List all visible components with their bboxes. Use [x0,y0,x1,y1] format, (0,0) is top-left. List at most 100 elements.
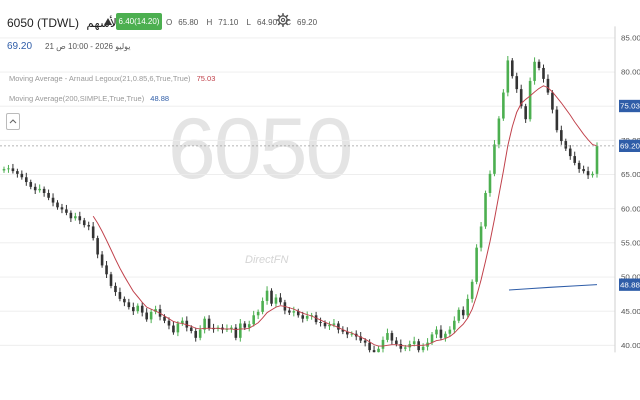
candle-body [194,331,198,338]
candle-body [524,106,527,120]
candle-body [533,61,536,81]
price-tag-label: 75.03 [620,102,640,110]
candle-body [132,307,135,312]
candle-body [118,292,122,299]
candle-body [470,281,474,299]
candle-body [515,76,519,90]
candle-body [537,61,541,68]
candle-body [47,192,50,198]
candle-body [60,207,64,210]
candle-body [20,173,24,178]
candle-body [439,329,443,338]
candle-body [105,265,108,275]
candle-body [453,320,456,330]
candle-body [123,298,126,303]
candle-body [497,118,501,145]
price-tag-label: 69.20 [620,142,640,150]
candle-body [69,212,73,219]
candle-body [555,109,559,131]
candle-body [87,225,91,227]
candle-body [444,333,447,338]
candle-body [38,188,41,191]
candle-body [577,162,581,170]
candle-body [256,311,260,316]
candle-body [16,171,19,174]
candle-body [546,78,550,93]
candle-body [457,309,461,321]
candle-body [78,216,82,221]
candle-body [65,209,68,213]
y-tick-label: 80.00 [621,68,640,76]
price-tag-label: 48.88 [620,281,640,289]
sma-line [508,284,598,291]
candle-body [381,339,385,349]
candle-body [363,340,367,343]
candle-body [11,168,15,172]
candle-body [493,144,496,174]
candle-body [82,220,86,226]
candle-body [7,168,10,170]
candle-body [479,226,483,248]
candle-body [172,325,175,333]
candle-body [305,315,309,319]
candle-body [189,327,193,332]
candle-body [430,334,434,343]
candle-body [377,348,380,353]
candle-body [252,315,255,325]
candle-body [332,323,336,325]
candle-body [270,290,273,304]
candle-body [582,169,585,172]
candle-body [412,341,416,344]
candle-body [328,324,331,327]
candle-body [29,182,33,187]
candle-body [274,297,278,304]
candle-body [109,274,113,286]
candle-body [506,60,510,93]
candle-body [337,323,340,330]
y-tick-label: 60.00 [621,205,640,213]
candle-body [239,323,242,338]
y-tick-label: 65.00 [621,171,640,179]
candle-body [595,145,599,174]
alma-line [92,85,598,347]
candle-body [51,197,55,203]
candle-body [403,347,407,349]
candle-body [207,318,211,329]
candle-body [136,305,140,312]
candle-body [24,177,28,183]
candle-body [390,333,394,341]
candle-body [2,169,6,171]
candle-body [435,329,438,335]
candle-body [475,247,478,282]
candle-body [114,285,117,293]
y-tick-label: 55.00 [621,239,640,247]
candle-body [542,67,545,79]
candle-body [488,173,492,193]
candle-body [74,216,77,219]
candle-body [140,305,144,313]
candle-body [461,309,465,316]
candle-body [288,310,291,313]
candle-body [96,238,99,255]
candle-body [198,329,202,338]
price-chart[interactable]: 40.0045.0050.0055.0060.0065.0070.0075.00… [0,0,640,353]
candle-body [560,130,563,142]
candle-body [399,343,403,349]
candle-body [247,324,251,328]
candle-body [395,340,398,344]
candle-body [145,312,148,320]
candle-body [466,298,469,316]
candle-body [564,141,568,149]
candle-body [502,92,505,119]
candle-body [323,322,327,327]
candle-body [301,315,305,319]
y-tick-label: 40.00 [621,341,640,349]
candle-body [279,297,282,303]
candle-body [551,92,554,110]
candle-body [265,290,269,301]
candle-body [510,60,514,77]
candle-body [372,350,376,353]
candle-body [448,329,452,334]
candle-body [149,311,153,320]
y-tick-label: 85.00 [621,34,640,42]
